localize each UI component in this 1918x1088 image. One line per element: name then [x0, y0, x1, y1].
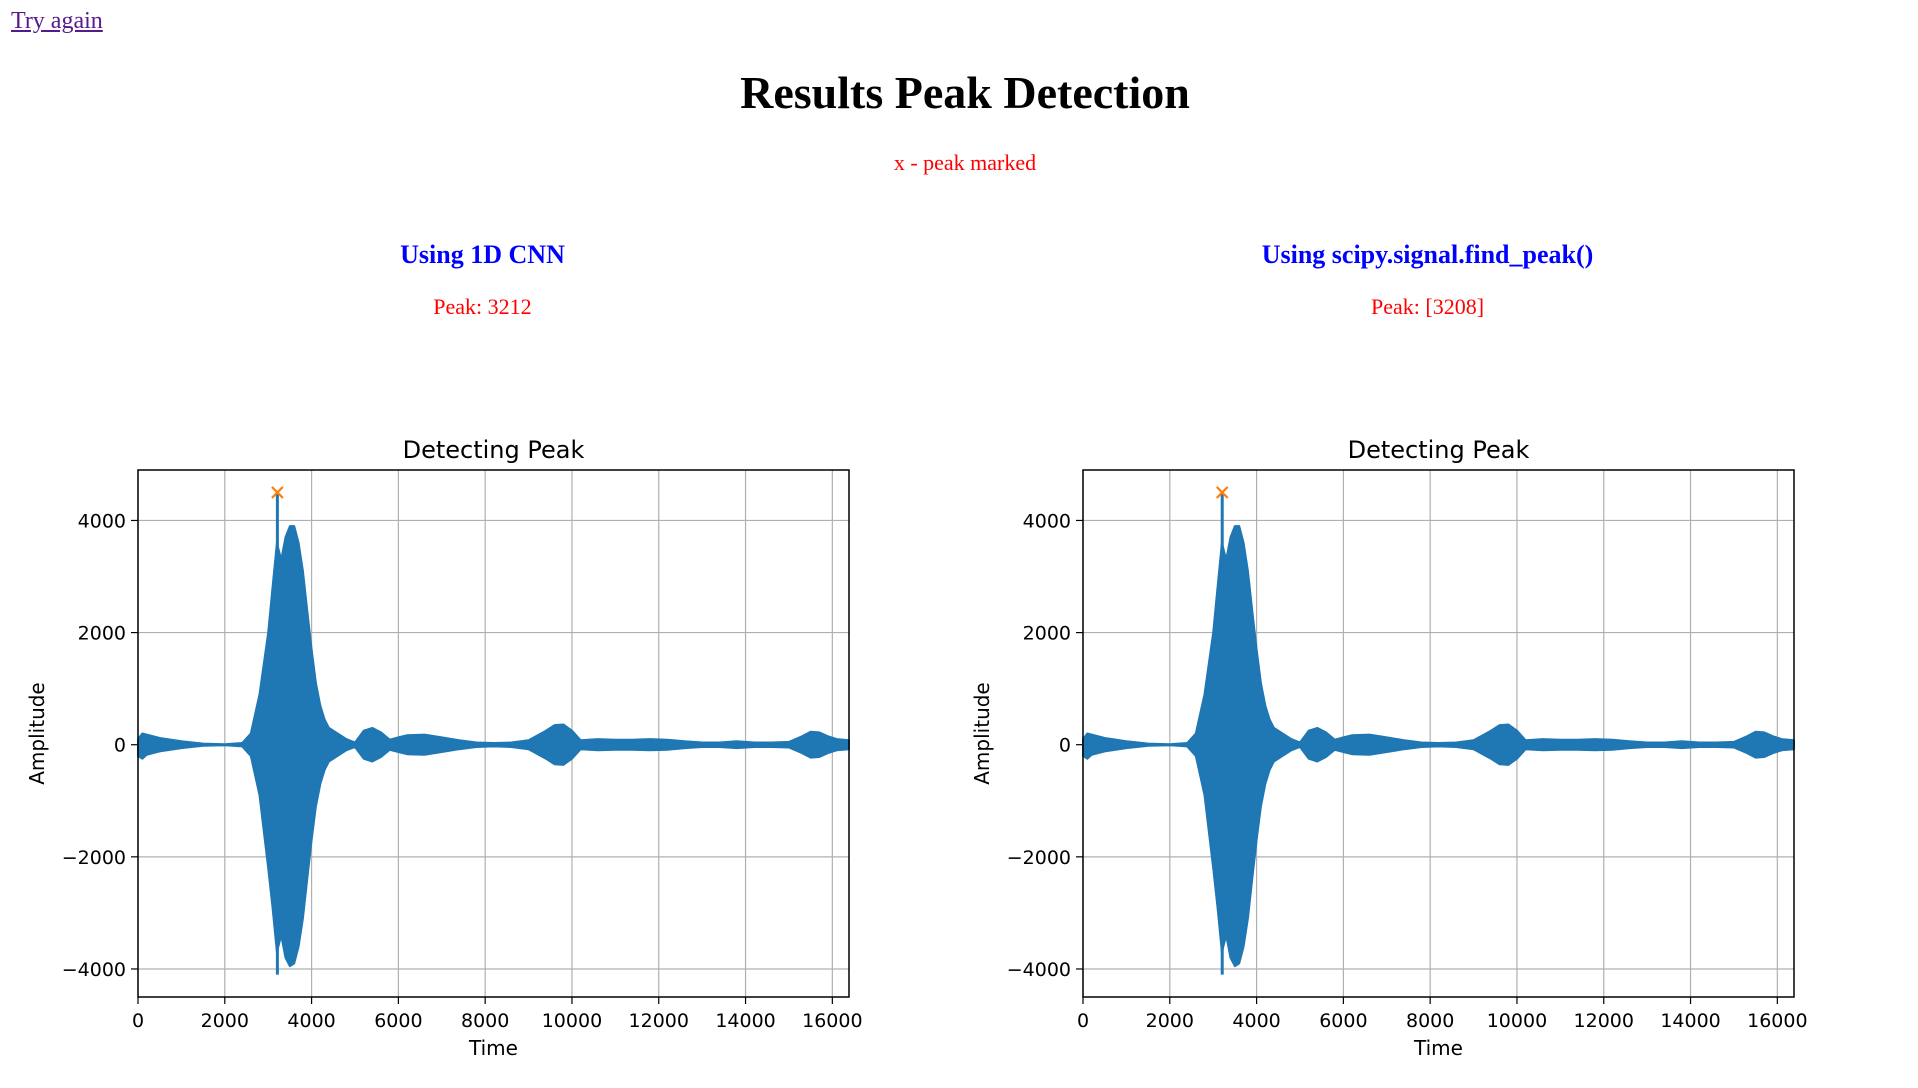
- signal-waveform: [137, 525, 850, 968]
- x-tick-label: 4000: [1232, 1010, 1280, 1032]
- chart-title: Detecting Peak: [403, 436, 585, 464]
- x-tick-label: 4000: [287, 1010, 335, 1032]
- cnn-peak-chart: Detecting Peak 0 2000 4000 6000 8000 10000 1200…: [25, 436, 863, 1060]
- y-axis-label: Amplitude: [970, 682, 994, 785]
- plot-frame: [137, 469, 850, 998]
- x-axis-label: Time: [468, 1036, 518, 1060]
- scipy-peak-value: Peak: [3208]: [1370, 294, 1485, 319]
- y-tick-label: −2000: [62, 847, 126, 869]
- x-tick-label: 8000: [461, 1010, 509, 1032]
- x-tick-label: 0: [132, 1010, 144, 1032]
- x-tick-label: 12000: [629, 1010, 689, 1032]
- x-tick-label: 2000: [201, 1010, 249, 1032]
- chart-title: Detecting Peak: [1348, 436, 1530, 464]
- y-tick-label: −4000: [1007, 959, 1071, 981]
- cnn-peak-value: Peak: 3212: [433, 294, 532, 319]
- peak-marker-note: x - peak marked: [893, 150, 1037, 175]
- x-axis-label: Time: [1413, 1036, 1463, 1060]
- try-again-link[interactable]: Try again: [11, 8, 103, 35]
- x-tick-label: 0: [1077, 1010, 1089, 1032]
- y-tick-label: −4000: [62, 959, 126, 981]
- x-tick-label: 10000: [542, 1010, 602, 1032]
- y-tick-label: 2000: [78, 623, 126, 645]
- x-tick-label: 16000: [802, 1010, 862, 1032]
- x-tick-label: 8000: [1406, 1010, 1454, 1032]
- page-title: Results Peak Detection: [740, 67, 1190, 118]
- x-tick-label: 6000: [1319, 1010, 1367, 1032]
- x-tick-label: 10000: [1487, 1010, 1547, 1032]
- signal-waveform: [1082, 525, 1795, 968]
- x-tick-label: 14000: [715, 1010, 775, 1032]
- y-tick-label: 4000: [78, 510, 126, 532]
- scipy-result-panel: Using scipy.signal.find_peak() Peak: [32…: [945, 238, 1910, 1060]
- x-tick-label: 6000: [374, 1010, 422, 1032]
- cnn-result-panel: Using 1D CNN Peak: 3212 Detecting Peak 0 2…: [0, 238, 965, 1060]
- x-tick-label: 12000: [1574, 1010, 1634, 1032]
- x-tick-label: 2000: [1146, 1010, 1194, 1032]
- y-tick-label: 4000: [1023, 510, 1071, 532]
- plot-frame: [1082, 469, 1795, 998]
- x-tick-label: 16000: [1747, 1010, 1807, 1032]
- y-tick-label: −2000: [1007, 847, 1071, 869]
- scipy-peak-chart: Detecting Peak 0 2000 4000 6000 8000 10000 1200…: [970, 436, 1808, 1060]
- y-tick-label: 0: [114, 735, 126, 757]
- x-tick-label: 14000: [1660, 1010, 1720, 1032]
- scipy-method-heading: Using scipy.signal.find_peak(): [1261, 240, 1594, 269]
- cnn-method-heading: Using 1D CNN: [400, 240, 565, 269]
- y-axis-label: Amplitude: [25, 682, 49, 785]
- y-tick-label: 0: [1059, 735, 1071, 757]
- y-tick-label: 2000: [1023, 623, 1071, 645]
